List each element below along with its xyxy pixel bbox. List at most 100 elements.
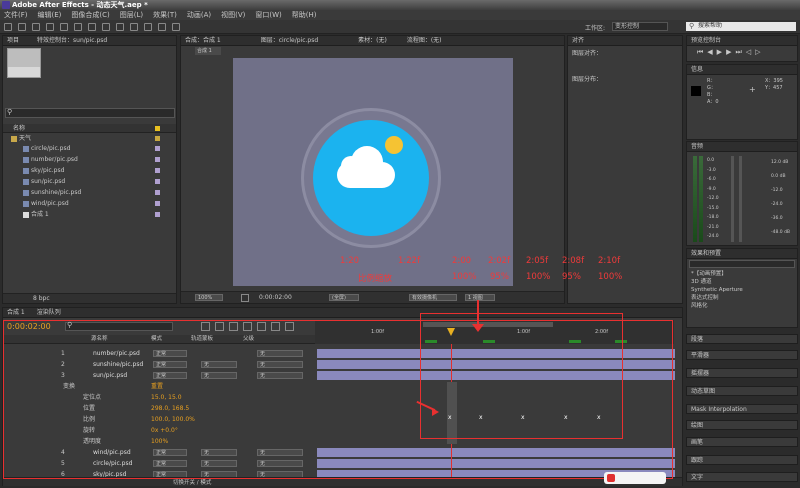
menu-effect[interactable]: 效果(T): [153, 11, 177, 19]
brush-tool-icon[interactable]: [130, 23, 138, 31]
search-help-input[interactable]: 搜索帮助: [686, 22, 796, 31]
volume-slider-right[interactable]: [739, 156, 742, 242]
rotate-tool-icon[interactable]: [46, 23, 54, 31]
mask-tool-icon[interactable]: [88, 23, 96, 31]
label-swatch: [155, 157, 160, 162]
tab-timeline-comp[interactable]: 合成 1: [7, 309, 25, 316]
tab-footage[interactable]: 素材：(无): [358, 37, 387, 44]
annotation-arrowhead-icon: [432, 408, 439, 416]
effects-search-input[interactable]: [689, 260, 795, 268]
volume-slider-left[interactable]: [731, 156, 734, 242]
zoom-tool-icon[interactable]: [32, 23, 40, 31]
col-name[interactable]: 名称: [13, 125, 25, 132]
level-tick: -3.0: [707, 167, 716, 173]
effects-list-item[interactable]: Synthetic Aperture: [691, 286, 743, 294]
menu-file[interactable]: 文件(F): [4, 11, 28, 19]
panel-smoother[interactable]: 平滑器: [686, 350, 798, 360]
project-item[interactable]: circle/pic.psd: [23, 144, 70, 153]
panel-wiggler[interactable]: 摇摆器: [686, 368, 798, 378]
composition-icon: [23, 211, 29, 218]
project-column-header: 名称: [3, 124, 176, 133]
ime-toolbar[interactable]: [604, 472, 666, 484]
effects-presets-panel: 效果和预置 *【动画预置】 3D 通道 Synthetic Aperture 表达式控…: [686, 248, 798, 328]
app-logo-icon: [2, 1, 10, 9]
label-swatch: [155, 190, 160, 195]
effects-list-item[interactable]: 风格化: [691, 302, 743, 310]
folder-icon: [11, 135, 17, 142]
eraser-tool-icon[interactable]: [158, 23, 166, 31]
panel-mask-interpolation[interactable]: Mask Interpolation: [686, 404, 798, 414]
tab-layer[interactable]: 图层：circle/pic.psd: [261, 37, 318, 44]
level-tick: 0.0: [707, 158, 715, 163]
effects-list-item[interactable]: 3D 通道: [691, 278, 743, 286]
tab-align[interactable]: 对齐: [572, 37, 584, 44]
pan-tool-icon[interactable]: [74, 23, 82, 31]
comp-label-chip[interactable]: 合成 1: [195, 47, 221, 55]
menu-window[interactable]: 窗口(W): [255, 11, 281, 19]
project-search-input[interactable]: [5, 108, 175, 118]
project-item[interactable]: sky/pic.psd: [23, 166, 64, 175]
tab-effects-presets[interactable]: 效果和预置: [691, 250, 721, 257]
distribute-layers-label: 图层分布：: [572, 76, 603, 83]
menu-animation[interactable]: 动画(A): [187, 11, 211, 19]
tab-info[interactable]: 信息: [691, 66, 703, 73]
effects-list-item[interactable]: *【动画预置】: [691, 270, 743, 278]
panel-tracker[interactable]: 跟踪: [686, 455, 798, 465]
level-tick: -18.0: [707, 215, 719, 220]
project-folder-weather[interactable]: 天气: [11, 134, 31, 143]
tab-effect-controls[interactable]: 特效控制台：sun/pic.psd: [37, 37, 107, 44]
hand-tool-icon[interactable]: [18, 23, 26, 31]
panel-brush[interactable]: 画笔: [686, 437, 798, 447]
annotation-scale: 100%: [452, 272, 477, 282]
views-select[interactable]: 1 视图: [465, 294, 495, 301]
annotation-scale: 100%: [598, 272, 623, 282]
viewer-time[interactable]: 0:00:02:00: [259, 294, 292, 301]
tab-flowchart[interactable]: 流程图：(无): [407, 37, 442, 44]
zoom-select[interactable]: 100%: [195, 294, 223, 301]
align-panel: 对齐 图层对齐： 图层分布：: [567, 35, 683, 304]
project-item[interactable]: wind/pic.psd: [23, 199, 69, 208]
annotation-time: 2:05f: [526, 256, 549, 266]
menu-layer[interactable]: 图层(L): [120, 11, 143, 19]
project-thumbnail: [7, 48, 41, 78]
bpc-label[interactable]: 8 bpc: [33, 295, 50, 302]
menu-composition[interactable]: 图像合成(C): [71, 11, 109, 19]
project-item[interactable]: number/pic.psd: [23, 155, 78, 164]
comp-canvas[interactable]: [233, 58, 513, 286]
resolution-select[interactable]: (全屏): [329, 294, 359, 301]
annotation-arrowhead-icon: [472, 324, 484, 332]
tab-audio[interactable]: 音频: [691, 143, 703, 150]
info-b: B：: [707, 92, 716, 98]
playback-controls-icon[interactable]: ⏮◀▶▶⏭◁▷: [697, 48, 765, 57]
label-swatch: [155, 201, 160, 206]
text-tool-icon[interactable]: [116, 23, 124, 31]
toggle-switches-modes[interactable]: 切换开关 / 模式: [173, 478, 211, 486]
panel-paint[interactable]: 绘图: [686, 420, 798, 430]
project-item[interactable]: sun/pic.psd: [23, 177, 65, 186]
menu-edit[interactable]: 编辑(E): [38, 11, 62, 19]
camera-tool-icon[interactable]: [60, 23, 68, 31]
stamp-tool-icon[interactable]: [144, 23, 152, 31]
effects-list-item[interactable]: 表达式控制: [691, 294, 743, 302]
menu-help[interactable]: 帮助(H): [292, 11, 317, 19]
workspace-select[interactable]: 变形控制: [612, 22, 668, 31]
pen-tool-icon[interactable]: [102, 23, 110, 31]
panel-paragraph[interactable]: 段落: [686, 334, 798, 344]
info-r: R：: [707, 78, 716, 84]
project-item[interactable]: sunshine/pic.psd: [23, 188, 81, 197]
tab-render-queue[interactable]: 渲染队列: [37, 309, 61, 316]
project-item-comp[interactable]: 合成 1: [23, 210, 49, 219]
tab-project[interactable]: 项目: [7, 37, 19, 44]
puppet-tool-icon[interactable]: [172, 23, 180, 31]
panel-character[interactable]: 文字: [686, 472, 798, 482]
label-swatch: [155, 136, 160, 141]
cloud-icon: [341, 156, 361, 176]
tab-composition[interactable]: 合成：合成 1: [185, 37, 221, 44]
selection-tool-icon[interactable]: [4, 23, 12, 31]
snapshot-icon[interactable]: [241, 294, 249, 302]
level-tick: -24.0: [707, 234, 719, 239]
panel-motion-sketch[interactable]: 动态草图: [686, 386, 798, 396]
tab-preview[interactable]: 预览控制台: [691, 37, 721, 44]
menu-view[interactable]: 视图(V): [221, 11, 245, 19]
camera-select[interactable]: 有效摄像机: [409, 294, 457, 301]
